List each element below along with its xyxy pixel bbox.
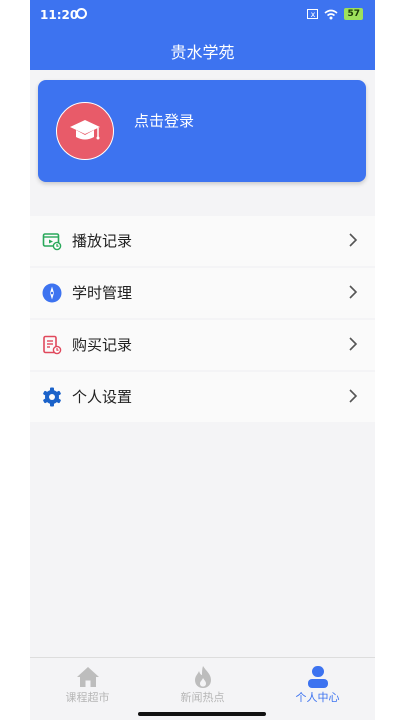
compass-icon: [42, 283, 62, 303]
battery-indicator: 57: [344, 8, 363, 20]
tab-course-market[interactable]: 课程超市: [30, 658, 145, 720]
gear-icon: [43, 387, 61, 407]
person-icon: [307, 666, 328, 688]
wifi-icon: [324, 9, 338, 19]
graduation-cap-icon: [70, 120, 100, 140]
tab-news[interactable]: 新闻热点: [145, 658, 260, 720]
chevron-right-icon: [349, 285, 358, 299]
tab-label: 个人中心: [295, 691, 340, 704]
login-card[interactable]: 点击登录: [38, 80, 366, 182]
chevron-right-icon: [349, 389, 358, 403]
menu-list: 播放记录 学时管理 购买记录 个人设置: [30, 216, 375, 424]
home-indicator: [138, 712, 266, 716]
status-time: 11:20: [40, 8, 79, 22]
chevron-right-icon: [349, 233, 358, 247]
menu-item-label: 个人设置: [72, 388, 133, 406]
video-record-icon: [42, 233, 62, 251]
sim-icon: x: [307, 9, 319, 19]
bottom-tab-bar: 课程超市 新闻热点 个人中心: [30, 657, 375, 720]
menu-item-label: 播放记录: [72, 232, 133, 250]
menu-item-purchase-history[interactable]: 购买记录: [30, 320, 375, 370]
status-indicators: x 57: [307, 8, 363, 20]
menu-item-personal-settings[interactable]: 个人设置: [30, 372, 375, 422]
login-label: 点击登录: [134, 112, 195, 130]
receipt-icon: [43, 335, 62, 355]
menu-item-label: 学时管理: [72, 284, 133, 302]
tab-label: 课程超市: [65, 691, 110, 704]
header-bar: 11:20 x 57 贵水学苑: [30, 0, 375, 70]
app-screen: 11:20 x 57 贵水学苑 点击登录 播放记录 学时管理 购买记录 个人设置…: [30, 0, 375, 720]
tab-personal-center[interactable]: 个人中心: [260, 658, 375, 720]
chevron-right-icon: [349, 337, 358, 351]
home-icon: [76, 667, 99, 687]
sync-icon: [76, 8, 87, 19]
tab-label: 新闻热点: [180, 691, 225, 704]
page-title: 贵水学苑: [170, 43, 235, 62]
menu-item-play-history[interactable]: 播放记录: [30, 216, 375, 266]
menu-item-study-hours[interactable]: 学时管理: [30, 268, 375, 318]
flame-icon: [194, 666, 211, 688]
menu-item-label: 购买记录: [72, 336, 133, 354]
avatar: [56, 102, 114, 160]
